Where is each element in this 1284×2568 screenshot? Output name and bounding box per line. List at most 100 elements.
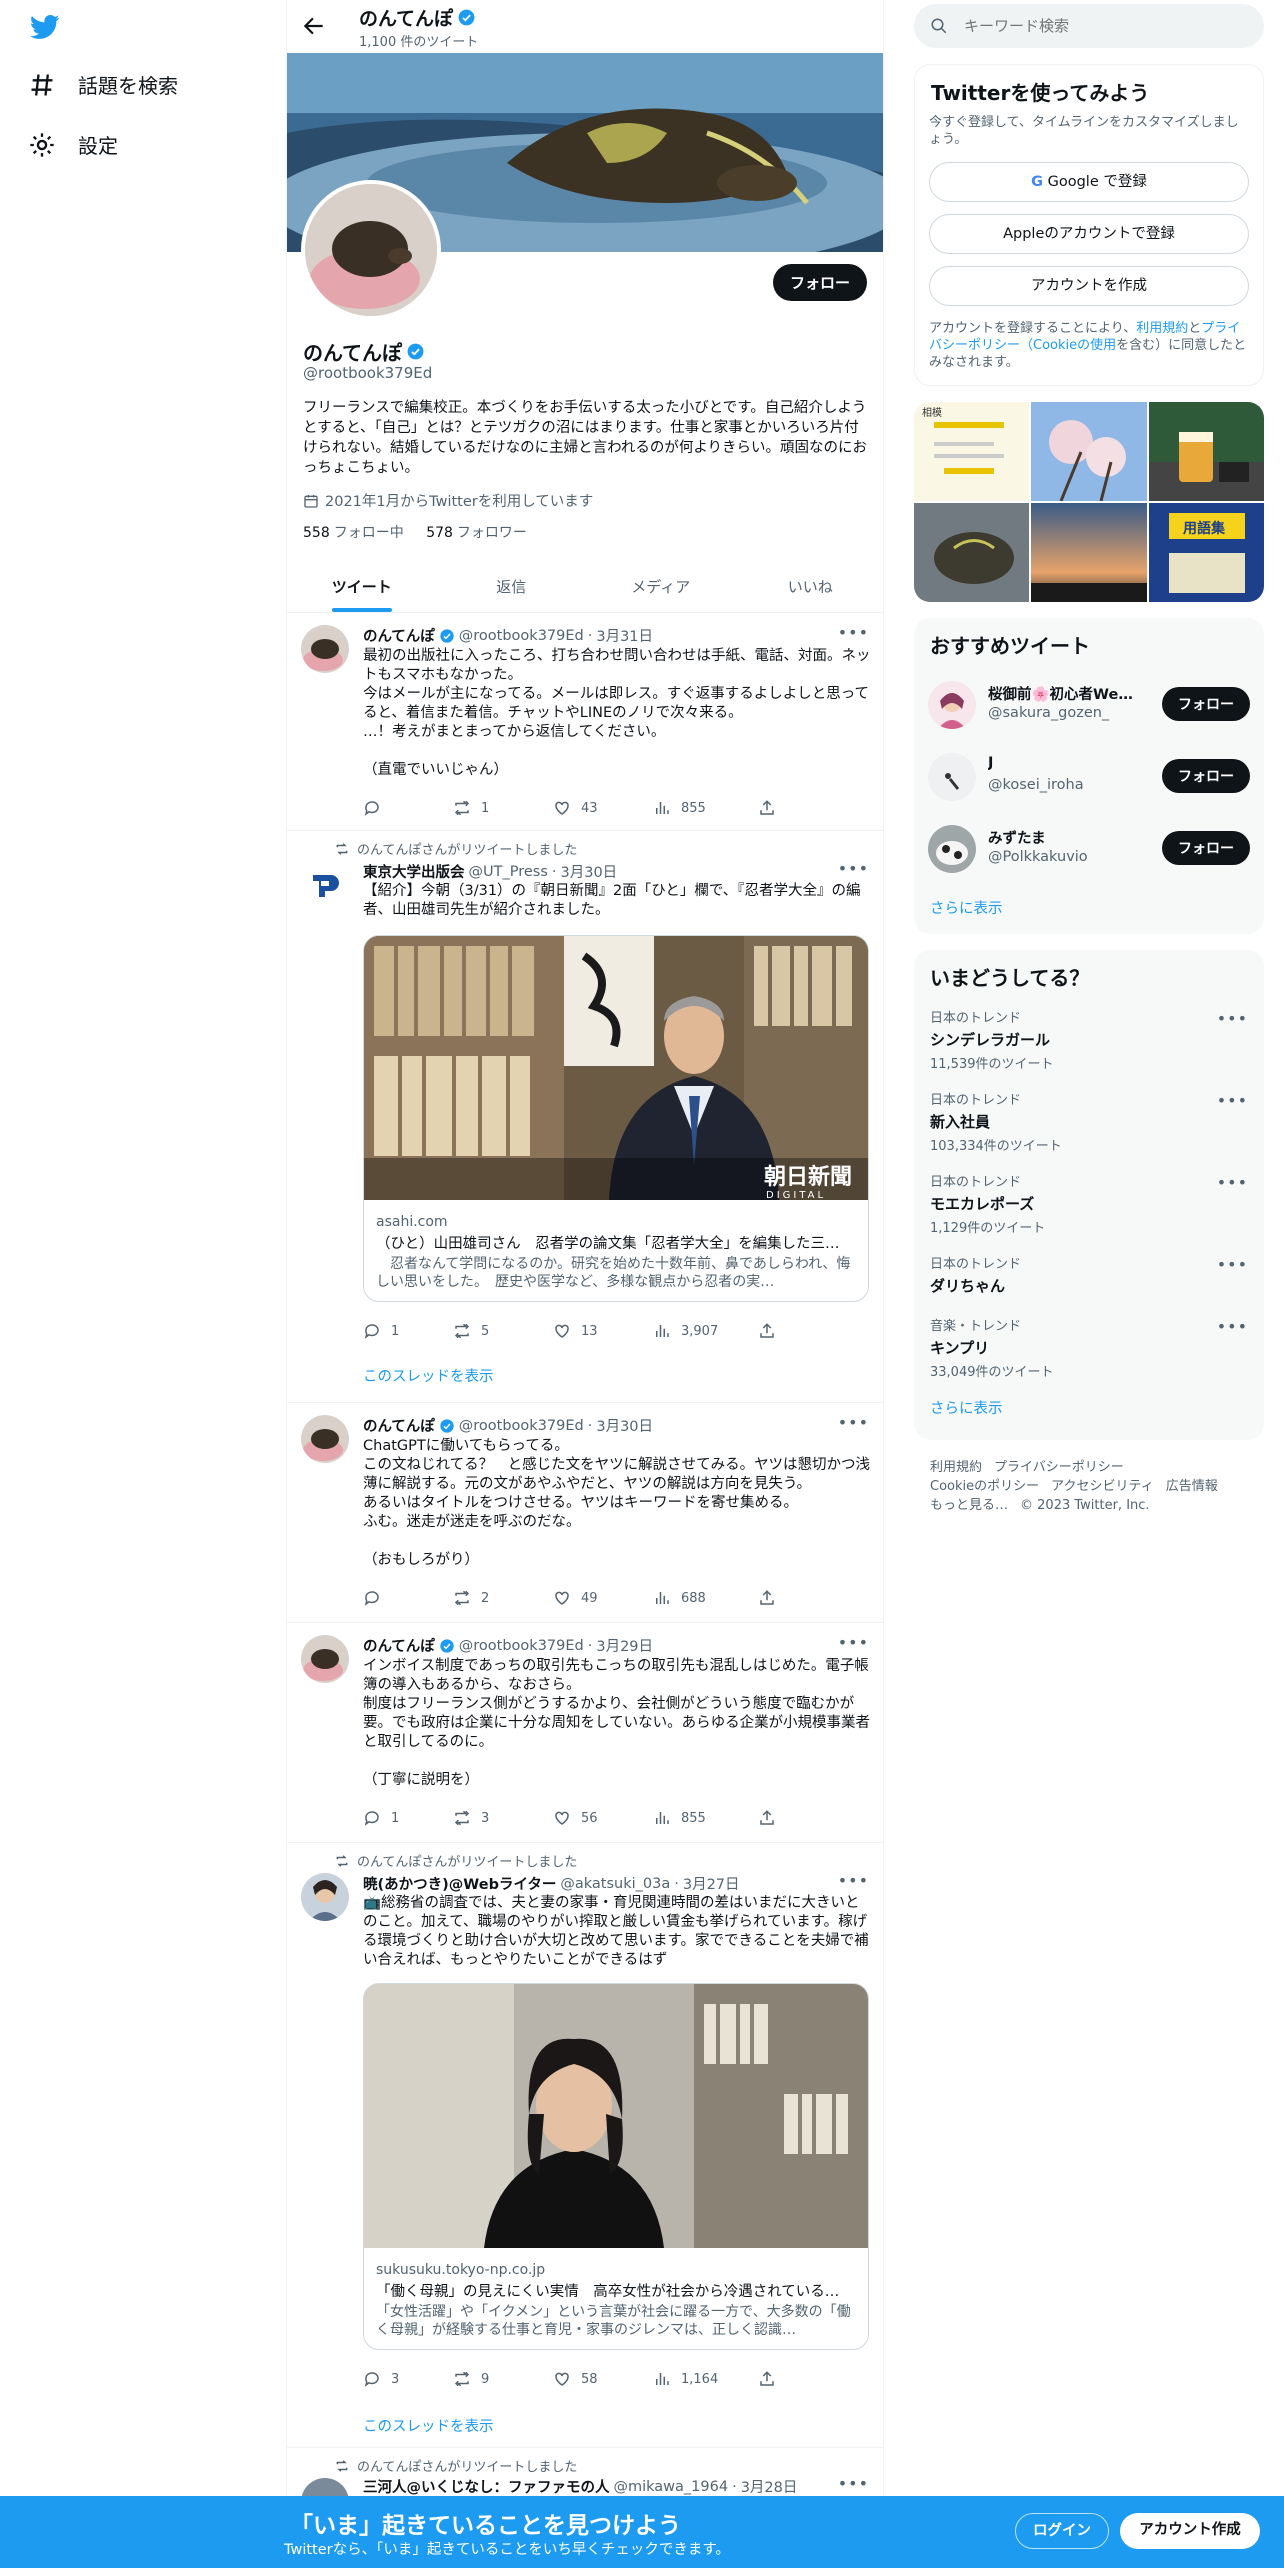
terms-link[interactable]: 利用規約 [1136, 321, 1188, 336]
like-button[interactable]: 13 [553, 1322, 598, 1340]
link-card[interactable]: 朝日新聞 DIGITAL asahi.com （ひと）山田雄司さん 忍者学の論文… [363, 935, 869, 1302]
tweet[interactable]: のんてんぽ @rootbook379Ed · 3月31日 ••• 最初の出版社に入った… [287, 613, 883, 831]
retweet-button[interactable]: 5 [453, 1322, 489, 1340]
tab-tweets[interactable]: ツイート [287, 560, 437, 612]
more-icon[interactable]: ••• [838, 859, 869, 878]
profile-avatar[interactable] [301, 180, 441, 320]
retweet-context-text[interactable]: のんてんぽさんがリツイートしました [357, 2456, 577, 2475]
retweet-context-text[interactable]: のんてんぽさんがリツイートしました [357, 839, 577, 858]
media-tile[interactable]: 相模 [914, 402, 1030, 501]
back-arrow-icon[interactable] [301, 13, 327, 39]
share-button[interactable] [758, 1809, 776, 1827]
recommended-user[interactable]: 桜御前🌸初心者Web... @sakura_gozen_ フォロー [914, 667, 1264, 739]
tweet-date[interactable]: 3月30日 [596, 1415, 653, 1436]
share-button[interactable] [758, 1589, 776, 1607]
show-thread-link[interactable]: このスレッドを表示 [363, 2415, 494, 2436]
media-tile[interactable] [1031, 503, 1147, 602]
apple-signup-button[interactable]: Appleのアカウントで登録 [929, 214, 1249, 254]
create-account-button[interactable]: アカウントを作成 [929, 266, 1249, 306]
search-box[interactable] [914, 4, 1264, 48]
tab-replies[interactable]: 返信 [437, 560, 587, 612]
like-button[interactable]: 43 [553, 799, 598, 817]
google-signup-button[interactable]: G Google で登録 [929, 162, 1249, 202]
trend-item[interactable]: 日本のトレンド 新入社員 103,334件のツイート ••• [914, 1081, 1264, 1163]
more-icon[interactable]: ••• [1217, 1091, 1248, 1110]
media-tile[interactable] [1148, 402, 1264, 501]
follow-button[interactable]: フォロー [1162, 831, 1250, 865]
tweet-author[interactable]: 三河人@いくじなし：ファファモの人 [363, 2476, 610, 2497]
reply-button[interactable]: 1 [363, 1322, 399, 1340]
retweet-button[interactable]: 1 [453, 799, 489, 817]
retweet-button[interactable]: 2 [453, 1589, 489, 1607]
reply-button[interactable] [363, 1589, 391, 1607]
follow-button[interactable]: フォロー [1162, 759, 1250, 793]
tweet-date[interactable]: 3月28日 [741, 2476, 798, 2497]
footer-privacy-link[interactable]: プライバシーポリシー [994, 1460, 1124, 1475]
tweet[interactable]: のんてんぽさんがリツイートしました 東京大学出版会 @UT_Press · 3月30日… [287, 831, 883, 1403]
like-button[interactable]: 56 [553, 1809, 598, 1827]
tweet-handle[interactable]: @rootbook379Ed [459, 1638, 584, 1654]
show-thread-link[interactable]: このスレッドを表示 [363, 1365, 494, 1386]
reply-button[interactable]: 1 [363, 1809, 399, 1827]
follow-button[interactable]: フォロー [1162, 687, 1250, 721]
follow-button[interactable]: フォロー [772, 264, 867, 301]
recommended-more-link[interactable]: さらに表示 [930, 897, 1248, 918]
more-icon[interactable]: ••• [838, 2474, 869, 2493]
reply-button[interactable]: 3 [363, 2370, 399, 2388]
signup-button[interactable]: アカウント作成 [1120, 2513, 1260, 2549]
share-button[interactable] [758, 799, 776, 817]
tweet-avatar[interactable] [301, 1415, 349, 1463]
tweet-date[interactable]: 3月31日 [596, 625, 653, 646]
tweet-author[interactable]: 東京大学出版会 [363, 861, 465, 882]
trend-item[interactable]: 日本のトレンド モエカレポーズ 1,129件のツイート ••• [914, 1163, 1264, 1245]
share-button[interactable] [758, 2370, 776, 2388]
tweet-author[interactable]: 暁(あかつき)@Webライター [363, 1873, 556, 1894]
views-button[interactable]: 688 [653, 1589, 706, 1607]
more-icon[interactable]: ••• [1217, 1173, 1248, 1192]
footer-cookie-link[interactable]: Cookieのポリシー [930, 1479, 1039, 1494]
tweet-date[interactable]: 3月27日 [683, 1873, 740, 1894]
trends-more-link[interactable]: さらに表示 [930, 1397, 1248, 1418]
tweet-date[interactable]: 3月29日 [596, 1635, 653, 1656]
recommended-user[interactable]: みずたま @Polkkakuvio フォロー [914, 811, 1264, 883]
tweet-author[interactable]: のんてんぽ [363, 625, 435, 646]
more-icon[interactable]: ••• [838, 1871, 869, 1890]
tweet-avatar[interactable] [301, 625, 349, 673]
views-button[interactable]: 855 [653, 1809, 706, 1827]
nav-settings[interactable]: 設定 [28, 130, 118, 159]
tweet-author[interactable]: のんてんぽ [363, 1415, 435, 1436]
more-icon[interactable]: ••• [838, 1413, 869, 1432]
tweet-handle[interactable]: @akatsuki_03a [560, 1876, 670, 1892]
like-button[interactable]: 49 [553, 1589, 598, 1607]
tweet-author[interactable]: のんてんぽ [363, 1635, 435, 1656]
more-icon[interactable]: ••• [1217, 1009, 1248, 1028]
tweet-date[interactable]: 3月30日 [561, 861, 618, 882]
trend-item[interactable]: 日本のトレンド ダリちゃん ••• [914, 1245, 1264, 1307]
retweet-context-text[interactable]: のんてんぽさんがリツイートしました [357, 1851, 577, 1870]
like-button[interactable]: 58 [553, 2370, 598, 2388]
views-button[interactable]: 855 [653, 799, 706, 817]
login-button[interactable]: ログイン [1015, 2513, 1109, 2549]
footer-accessibility-link[interactable]: アクセシビリティ [1051, 1479, 1154, 1494]
reply-button[interactable] [363, 799, 391, 817]
tweet[interactable]: のんてんぽ @rootbook379Ed · 3月29日 ••• インボイス制度であっ… [287, 1623, 883, 1843]
trend-item[interactable]: 音楽・トレンド キンプリ 33,049件のツイート ••• [914, 1307, 1264, 1389]
retweet-button[interactable]: 9 [453, 2370, 489, 2388]
link-card[interactable]: sukusuku.tokyo-np.co.jp 「働く母親」の見えにくい実情 高… [363, 1983, 869, 2350]
media-tile[interactable] [914, 503, 1030, 602]
tweet[interactable]: のんてんぽさんがリツイートしました 暁(あかつき)@Webライター @akatsu… [287, 1843, 883, 2448]
tab-media[interactable]: メディア [586, 560, 736, 612]
tweet-avatar[interactable] [301, 1873, 349, 1921]
tweet[interactable]: のんてんぽ @rootbook379Ed · 3月30日 ••• ChatGPTに働い… [287, 1403, 883, 1623]
tweet-handle[interactable]: @rootbook379Ed [459, 628, 584, 644]
nav-explore[interactable]: 話題を検索 [28, 70, 178, 99]
tweet-handle[interactable]: @mikawa_1964 [614, 2479, 729, 2495]
more-icon[interactable]: ••• [838, 1633, 869, 1652]
twitter-bird-icon[interactable] [28, 12, 62, 42]
more-icon[interactable]: ••• [838, 623, 869, 642]
tab-likes[interactable]: いいね [736, 560, 884, 612]
tweet-avatar[interactable] [301, 1635, 349, 1683]
tweet-handle[interactable]: @rootbook379Ed [459, 1418, 584, 1434]
more-icon[interactable]: ••• [1217, 1255, 1248, 1274]
following-link[interactable]: 558 フォロー中 [303, 525, 404, 541]
